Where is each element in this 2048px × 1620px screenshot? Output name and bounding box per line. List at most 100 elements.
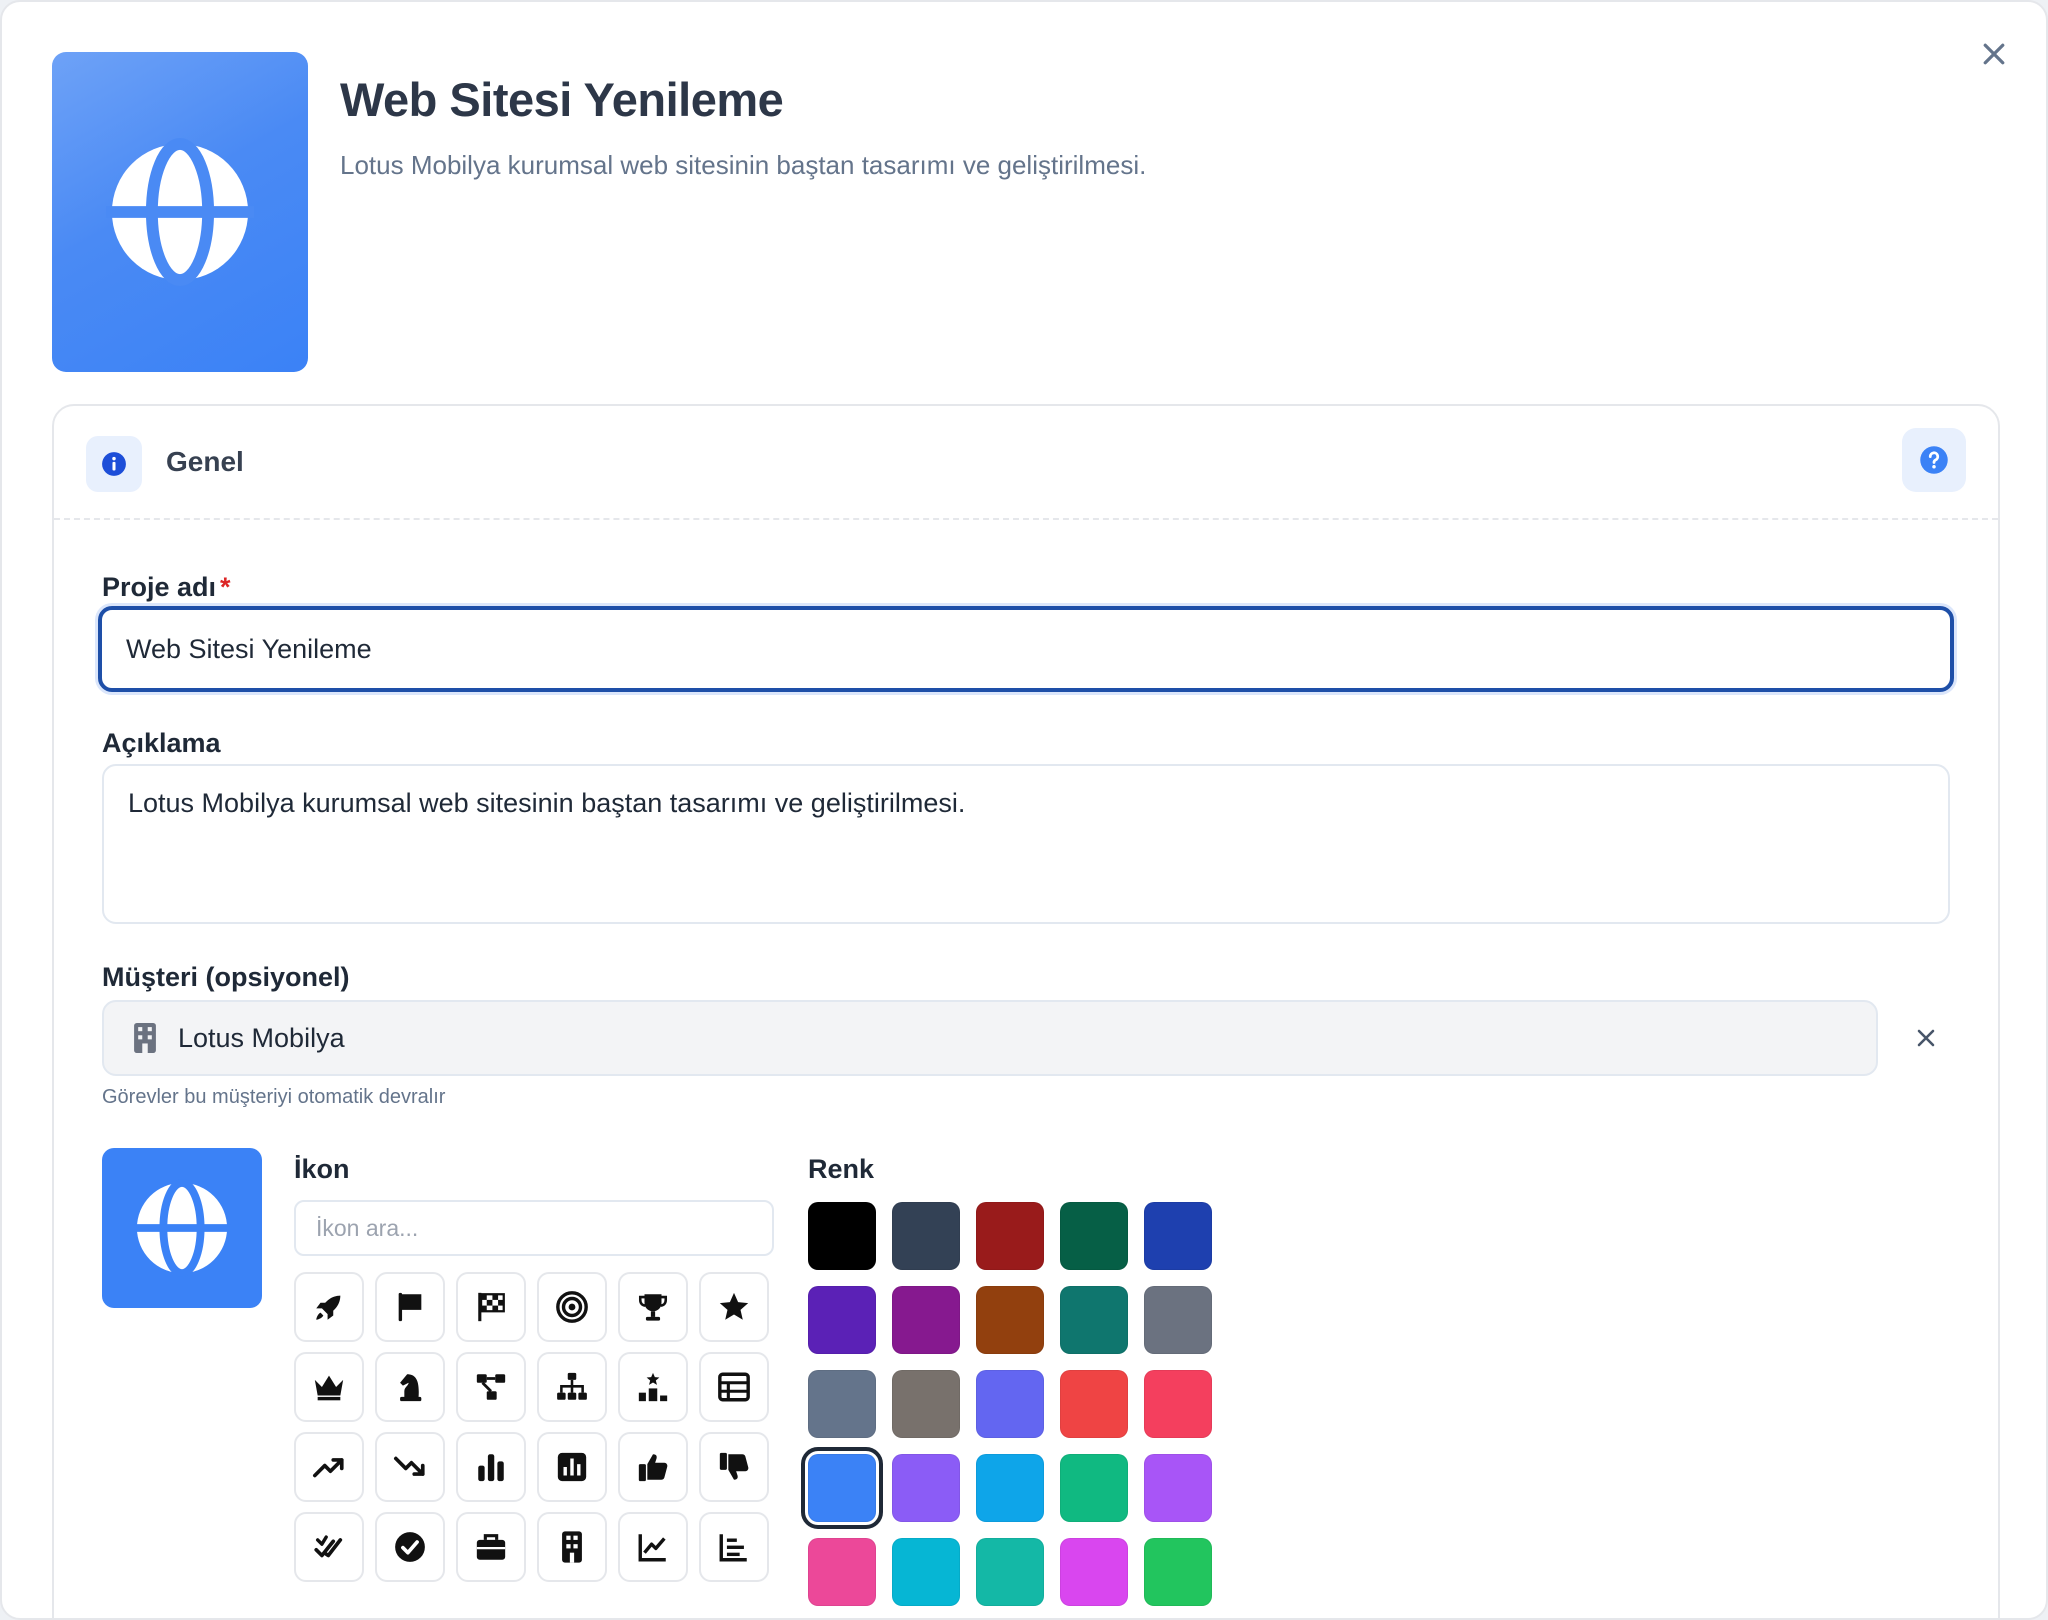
color-swatch[interactable] bbox=[1144, 1454, 1212, 1522]
table-icon bbox=[718, 1372, 750, 1402]
diagram-icon bbox=[476, 1374, 506, 1400]
double-check-icon bbox=[314, 1535, 343, 1558]
icon-option-thumbs-down[interactable] bbox=[699, 1432, 769, 1502]
star-icon bbox=[719, 1292, 749, 1320]
color-swatch[interactable] bbox=[976, 1454, 1044, 1522]
color-swatch[interactable] bbox=[892, 1286, 960, 1354]
color-swatch[interactable] bbox=[1144, 1370, 1212, 1438]
color-swatch[interactable] bbox=[976, 1538, 1044, 1606]
question-icon bbox=[1920, 446, 1948, 474]
color-swatch[interactable] bbox=[1060, 1370, 1128, 1438]
client-select[interactable]: Lotus Mobilya bbox=[102, 1000, 1878, 1076]
line-chart-icon bbox=[638, 1534, 666, 1562]
trend-down-icon bbox=[393, 1456, 425, 1476]
icon-option-diagram[interactable] bbox=[456, 1352, 526, 1422]
general-section-card: Genel Proje adı * Web Sitesi Yenileme Açı… bbox=[52, 404, 2000, 1618]
close-icon bbox=[1917, 1029, 1935, 1047]
project-name-label-text: Proje adı bbox=[102, 572, 217, 602]
ranking-icon bbox=[638, 1372, 668, 1402]
client-clear-button[interactable] bbox=[1902, 1014, 1950, 1062]
color-grid bbox=[801, 1202, 1212, 1606]
required-mark: * bbox=[220, 572, 231, 602]
briefcase-icon bbox=[476, 1534, 506, 1560]
icon-option-rocket[interactable] bbox=[294, 1272, 364, 1342]
color-swatch[interactable] bbox=[976, 1370, 1044, 1438]
color-swatch[interactable] bbox=[1060, 1538, 1128, 1606]
color-swatch[interactable] bbox=[808, 1538, 876, 1606]
building-icon bbox=[134, 1023, 156, 1053]
list-chart-icon bbox=[719, 1534, 747, 1562]
color-swatch[interactable] bbox=[976, 1286, 1044, 1354]
icon-option-flag[interactable] bbox=[375, 1272, 445, 1342]
icon-option-table[interactable] bbox=[699, 1352, 769, 1422]
icon-option-trophy[interactable] bbox=[618, 1272, 688, 1342]
color-swatch[interactable] bbox=[892, 1538, 960, 1606]
icon-option-star[interactable] bbox=[699, 1272, 769, 1342]
chart-square-icon bbox=[557, 1452, 587, 1482]
description-label: Açıklama bbox=[102, 728, 221, 758]
icon-option-sitemap[interactable] bbox=[537, 1352, 607, 1422]
color-swatch[interactable] bbox=[808, 1202, 876, 1270]
color-swatch[interactable] bbox=[1060, 1454, 1128, 1522]
trophy-icon bbox=[638, 1294, 668, 1321]
color-swatch[interactable] bbox=[808, 1370, 876, 1438]
client-label: Müşteri (opsiyonel) bbox=[102, 962, 350, 992]
trend-up-icon bbox=[312, 1458, 344, 1478]
sitemap-icon bbox=[557, 1372, 587, 1400]
rocket-icon bbox=[316, 1295, 341, 1320]
icon-preview bbox=[102, 1148, 262, 1308]
color-swatch[interactable] bbox=[1060, 1202, 1128, 1270]
project-icon-large bbox=[52, 52, 308, 372]
color-swatch[interactable] bbox=[1144, 1538, 1212, 1606]
icon-option-bar-chart[interactable] bbox=[456, 1432, 526, 1502]
icon-option-checkered-flag[interactable] bbox=[456, 1272, 526, 1342]
thumbs-up-icon bbox=[638, 1454, 668, 1482]
thumbs-down-icon bbox=[719, 1452, 749, 1480]
color-swatch[interactable] bbox=[892, 1202, 960, 1270]
icon-label: İkon bbox=[294, 1154, 350, 1184]
section-header: Genel bbox=[54, 406, 1998, 520]
project-name-value: Web Sitesi Yenileme bbox=[126, 633, 372, 664]
color-swatch[interactable] bbox=[892, 1454, 960, 1522]
icon-option-building[interactable] bbox=[537, 1512, 607, 1582]
icon-option-chart-square[interactable] bbox=[537, 1432, 607, 1502]
building-icon bbox=[562, 1531, 582, 1563]
color-swatch[interactable] bbox=[808, 1286, 876, 1354]
icon-option-briefcase[interactable] bbox=[456, 1512, 526, 1582]
page-title: Web Sitesi Yenileme bbox=[340, 73, 784, 126]
chess-knight-icon bbox=[400, 1374, 422, 1402]
color-swatch[interactable] bbox=[801, 1447, 883, 1529]
color-swatch[interactable] bbox=[1144, 1286, 1212, 1354]
icon-option-line-chart[interactable] bbox=[618, 1512, 688, 1582]
icon-option-double-check[interactable] bbox=[294, 1512, 364, 1582]
icon-option-crown[interactable] bbox=[294, 1352, 364, 1422]
description-value: Lotus Mobilya kurumsal web sitesinin baş… bbox=[128, 788, 966, 818]
icon-option-trend-up[interactable] bbox=[294, 1432, 364, 1502]
color-swatch[interactable] bbox=[892, 1370, 960, 1438]
icon-option-list-chart[interactable] bbox=[699, 1512, 769, 1582]
icon-option-ranking[interactable] bbox=[618, 1352, 688, 1422]
icon-search-input[interactable] bbox=[294, 1200, 774, 1256]
description-textarea[interactable]: Lotus Mobilya kurumsal web sitesinin baş… bbox=[102, 764, 1950, 924]
icon-option-thumbs-up[interactable] bbox=[618, 1432, 688, 1502]
color-swatch[interactable] bbox=[1060, 1286, 1128, 1354]
close-button[interactable] bbox=[1972, 32, 2016, 76]
icon-option-chess-knight[interactable] bbox=[375, 1352, 445, 1422]
color-swatch[interactable] bbox=[976, 1202, 1044, 1270]
globe-icon bbox=[106, 138, 254, 286]
help-button[interactable] bbox=[1902, 428, 1966, 492]
icon-option-target[interactable] bbox=[537, 1272, 607, 1342]
color-label: Renk bbox=[808, 1154, 875, 1184]
info-icon bbox=[102, 452, 126, 476]
client-value: Lotus Mobilya bbox=[178, 1022, 345, 1053]
section-icon-badge bbox=[86, 436, 142, 492]
target-icon bbox=[556, 1291, 588, 1323]
project-name-input[interactable]: Web Sitesi Yenileme bbox=[98, 606, 1954, 692]
page-description: Lotus Mobilya kurumsal web sitesinin baş… bbox=[340, 150, 1147, 180]
icon-option-check-circle[interactable] bbox=[375, 1512, 445, 1582]
close-icon bbox=[1983, 43, 2005, 65]
icon-option-trend-down[interactable] bbox=[375, 1432, 445, 1502]
check-circle-icon bbox=[395, 1532, 425, 1562]
project-edit-modal: Web Sitesi Yenileme Lotus Mobilya kurums… bbox=[0, 0, 2048, 1620]
color-swatch[interactable] bbox=[1144, 1202, 1212, 1270]
